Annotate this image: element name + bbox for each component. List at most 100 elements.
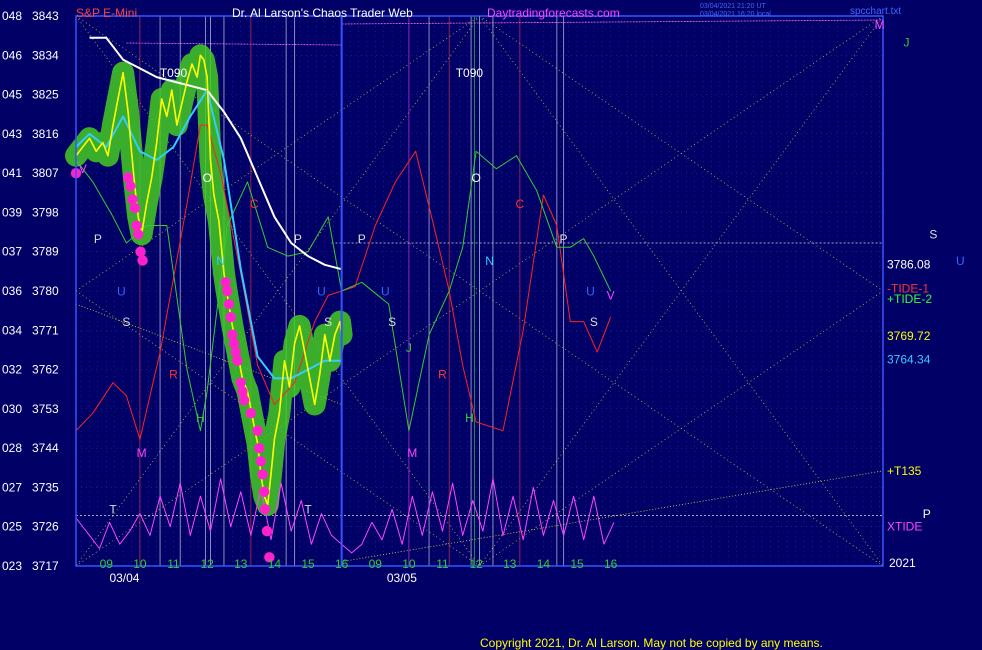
price-dot-12: [225, 311, 236, 323]
price-dot-22: [254, 442, 265, 454]
y-tick-price-8: 3771: [32, 323, 59, 337]
annotation-10: S: [122, 315, 130, 329]
y-tick-left-3: 043: [2, 127, 22, 141]
y-tick-left-7: 036: [2, 284, 22, 298]
annotation-2: M: [875, 18, 885, 32]
annotation-30: N: [485, 254, 494, 268]
price-dot-1: [122, 172, 134, 183]
annotation-19: U: [317, 284, 326, 298]
price-dot-23: [255, 456, 267, 467]
annotation-6: P: [923, 507, 931, 521]
price-dot-13: [227, 329, 238, 340]
price-dot-5: [131, 220, 142, 231]
right-label-6: XTIDE: [887, 520, 922, 534]
annotation-22: P: [358, 232, 366, 246]
y-tick-left-6: 037: [2, 245, 22, 259]
x-tick-hour-11: 12: [469, 557, 483, 571]
annotation-11: R: [169, 367, 178, 381]
annotation-23: U: [381, 284, 390, 298]
annotation-27: H: [465, 411, 474, 425]
annotation-15: O: [202, 171, 211, 185]
x-tick-hour-14: 15: [570, 557, 584, 571]
annotation-0: T090: [160, 66, 188, 80]
y-tick-left-13: 025: [2, 520, 22, 534]
chart-background: [0, 0, 982, 650]
y-tick-price-11: 3744: [32, 441, 59, 455]
y-tick-price-10: 3753: [32, 402, 59, 416]
price-dot-14: [228, 338, 240, 349]
right-label-5: +T135: [887, 464, 922, 478]
annotation-34: S: [590, 315, 598, 329]
copyright: Copyright 2021, Dr. Al Larson. May not b…: [480, 636, 823, 650]
annotation-24: S: [388, 315, 396, 329]
annotation-9: U: [117, 284, 126, 298]
price-dot-15: [230, 346, 241, 358]
y-tick-left-0: 048: [2, 9, 22, 23]
y-tick-left-14: 023: [2, 559, 22, 573]
site-name: Daytradingforecasts.com: [487, 6, 620, 20]
year-label: 2021: [889, 556, 916, 570]
y-tick-left-1: 046: [2, 48, 22, 62]
annotation-1: T090: [456, 66, 484, 80]
y-tick-price-12: 3735: [32, 480, 59, 494]
price-dot-18: [237, 386, 248, 397]
x-tick-hour-15: 16: [604, 557, 618, 571]
y-tick-price-3: 3816: [32, 127, 59, 141]
y-tick-left-5: 039: [2, 205, 22, 219]
y-tick-price-1: 3834: [32, 48, 59, 62]
y-tick-left-4: 041: [2, 166, 22, 180]
annotation-13: M: [137, 446, 147, 460]
y-tick-left-11: 028: [2, 441, 22, 455]
annotation-17: C: [250, 197, 259, 211]
y-tick-left-9: 032: [2, 363, 22, 377]
annotation-35: V: [607, 289, 615, 303]
x-tick-hour-9: 10: [402, 557, 416, 571]
annotation-26: R: [438, 367, 447, 381]
price-dot-11: [223, 298, 235, 310]
x-tick-hour-2: 11: [167, 557, 180, 571]
x-tick-hour-12: 13: [503, 557, 517, 571]
price-dot-9: [220, 277, 231, 288]
price-dot-2: [125, 181, 136, 192]
annotation-28: M: [407, 446, 417, 460]
annotation-12: H: [196, 411, 205, 425]
y-tick-price-6: 3789: [32, 245, 59, 259]
price-dot-8: [137, 255, 148, 266]
price-dot-17: [235, 377, 246, 388]
price-dot-24: [257, 469, 268, 480]
annotation-21: T: [304, 503, 312, 517]
y-tick-price-2: 3825: [32, 88, 59, 102]
y-tick-price-4: 3807: [32, 166, 59, 180]
y-tick-left-10: 030: [2, 402, 22, 416]
y-tick-price-14: 3717: [32, 559, 59, 573]
chart: 048 3843 046 3834 045 3825 043 3816 041 3807 039 37…: [0, 0, 982, 650]
annotation-31: C: [516, 197, 525, 211]
right-label-3: 3769.72: [887, 329, 931, 343]
x-tick-hour-5: 14: [268, 557, 282, 571]
y-tick-left-8: 034: [2, 323, 22, 337]
date-label-1: 03/05: [387, 571, 417, 585]
annotation-32: P: [560, 232, 568, 246]
annotation-18: P: [294, 232, 302, 246]
x-tick-hour-8: 09: [369, 557, 383, 571]
price-dot-26: [259, 504, 271, 515]
file-name: spcchart.txt: [850, 6, 901, 17]
x-tick-hour-6: 15: [301, 557, 315, 571]
x-tick-hour-0: 09: [100, 557, 114, 571]
x-tick-hour-3: 12: [200, 557, 214, 571]
price-dot-21: [252, 425, 263, 436]
timestamp-line-2: 03/04/2021 16:20 local: [700, 11, 771, 18]
y-tick-price-0: 3843: [32, 9, 59, 23]
right-label-2: +TIDE-2: [887, 292, 932, 306]
annotation-5: U: [956, 254, 965, 268]
y-tick-price-7: 3780: [32, 284, 59, 298]
x-tick-hour-7: 16: [335, 557, 349, 571]
price-dot-19: [238, 394, 250, 406]
y-tick-left-12: 027: [2, 480, 22, 494]
y-tick-price-5: 3798: [32, 205, 59, 219]
annotation-14: T: [109, 503, 117, 517]
y-tick-price-9: 3762: [32, 363, 59, 377]
timestamp-line-1: 03/04/2021 21:20 UT: [700, 3, 766, 10]
annotation-33: U: [586, 284, 595, 298]
price-dot-27: [261, 525, 273, 537]
